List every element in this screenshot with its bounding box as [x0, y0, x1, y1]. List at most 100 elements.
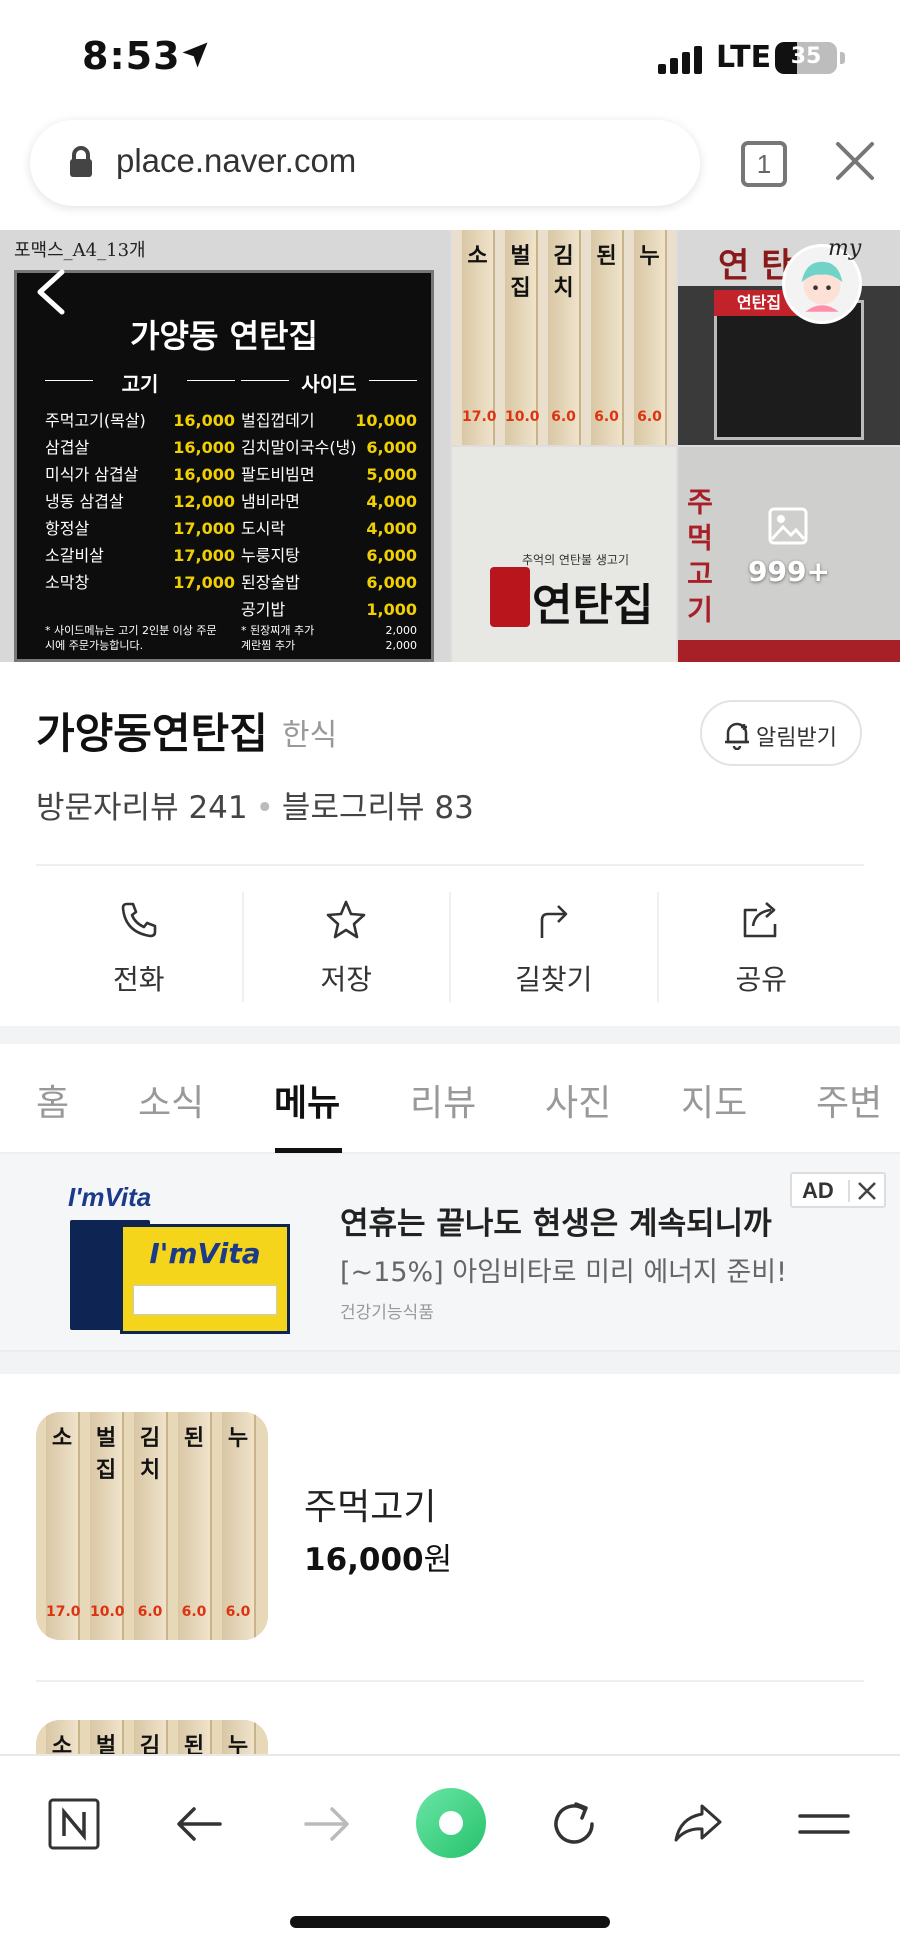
tabs-button[interactable]: 1	[741, 141, 787, 187]
menu-icon[interactable]	[794, 1794, 854, 1854]
poster-side-column: 사이드 벌집껍데기 10,000 김치말이국수(냉) 6,000 팔도비빔면 5,000 냄…	[241, 368, 417, 623]
poster-side-heading: 사이드	[241, 368, 417, 397]
wood-strip: 된 6.0	[591, 230, 624, 445]
tab-menu[interactable]: 메뉴	[274, 1074, 340, 1126]
tab-home[interactable]: 홈	[36, 1074, 69, 1126]
wood-strip-price: 6.0	[137, 1604, 163, 1620]
wood-strip: 벌집 10.0	[505, 230, 540, 445]
poster-caption: 포맥스_A4_13개	[14, 240, 146, 261]
photo-tile-more[interactable]: 주먹고기 999+	[678, 447, 900, 662]
poster-meat-list: 주먹고기(목살) 16,000 삼겹살 16,000 미식가 삼겹살 16,000 냉동 삼…	[45, 407, 235, 596]
wood-strip-text: 소	[51, 1426, 73, 1451]
forward-arrow-icon[interactable]	[296, 1794, 356, 1854]
poster-note-price: 2,000	[385, 624, 418, 637]
my-label: my	[828, 236, 862, 261]
share-button[interactable]: 공유	[659, 892, 865, 1002]
poster-menu-row: 팔도비빔면 5,000	[241, 461, 417, 488]
naver-home-icon[interactable]	[44, 1794, 104, 1854]
wood-strip-price: 17.0	[462, 409, 497, 425]
call-button[interactable]: 전화	[36, 892, 244, 1002]
poster-menu-row: 누룽지탕 6,000	[241, 542, 417, 569]
wood-strip-price: 6.0	[225, 1604, 251, 1620]
phone-icon	[121, 902, 157, 938]
wood-strip: 김치 6.0	[548, 230, 581, 445]
close-icon[interactable]	[834, 140, 876, 182]
divider	[36, 1680, 864, 1682]
wall-small-text: 추억의 연탄불 생고기	[522, 553, 629, 567]
photo-grid: 포맥스_A4_13개 가양동 연탄집 고기 주먹고기(목살) 16,000 삼겹살 1…	[0, 230, 900, 662]
ad-product-brand: I'mVita	[149, 1237, 261, 1270]
poster-item-name: 공기밥	[241, 600, 286, 619]
poster-meat-heading: 고기	[45, 368, 235, 397]
menu-item-thumbnail: 소 17.0 벌집 10.0 김치 6.0 된 6.0 누 6.0	[36, 1412, 268, 1640]
action-label: 저장	[320, 963, 373, 996]
menu-item-price-unit: 원	[423, 1542, 453, 1578]
photo-tile-wood-menu[interactable]: 소 17.0 벌집 10.0 김치 6.0 된 6.0 누 6.0	[452, 230, 676, 445]
visitor-review-count[interactable]: 방문자리뷰 241	[36, 790, 248, 826]
wood-strip-text: 소	[467, 244, 488, 269]
tab-map[interactable]: 지도	[681, 1074, 747, 1126]
battery-icon: 35	[775, 42, 837, 74]
poster-item-name: 삼겹살	[45, 438, 90, 457]
directions-button[interactable]: 길찾기	[451, 892, 659, 1002]
lock-icon	[70, 146, 92, 177]
poster-item-price: 6,000	[366, 573, 417, 592]
tab-photo[interactable]: 사진	[545, 1074, 611, 1126]
photo-menu-poster[interactable]: 포맥스_A4_13개 가양동 연탄집 고기 주먹고기(목살) 16,000 삼겹살 1…	[0, 230, 450, 662]
battery-level: 35	[790, 44, 822, 69]
poster-item-price: 10,000	[355, 411, 417, 430]
tab-news[interactable]: 소식	[138, 1074, 204, 1126]
poster-menu-row: 공기밥 1,000	[241, 596, 417, 623]
poster-menu-row: 된장술밥 6,000	[241, 569, 417, 596]
alarm-button[interactable]: 알림받기	[700, 700, 862, 766]
wood-strip-price: 17.0	[46, 1604, 81, 1620]
poster-item-price: 17,000	[173, 546, 235, 565]
reload-icon[interactable]	[544, 1794, 604, 1854]
menu-item-price-value: 16,000	[304, 1542, 424, 1578]
wood-strip-text: 김치	[553, 244, 574, 301]
poster-menu-row: 냄비라면 4,000	[241, 488, 417, 515]
wood-strip: 소 17.0	[46, 1412, 81, 1640]
gallery-icon	[768, 507, 808, 545]
menu-item-name: 주먹고기	[304, 1487, 437, 1528]
tab-nearby[interactable]: 주변	[816, 1074, 882, 1126]
close-icon[interactable]	[856, 1180, 878, 1202]
photo-tile-storefront[interactable]: 연탄집 연탄집 my	[678, 230, 900, 445]
chevron-left-icon[interactable]	[34, 268, 68, 316]
ad-banner[interactable]: I'mVita I'mVita 연휴는 끝나도 현생은 계속되니까 [~15%]…	[0, 1154, 900, 1352]
poster-item-name: 도시락	[241, 519, 286, 538]
wood-strip-price: 6.0	[594, 409, 619, 425]
menu-item[interactable]: 소 17.0 벌집 10.0 김치 6.0 된 6.0 누 6.0 주먹고기 16,000원	[36, 1412, 864, 1640]
tab-review[interactable]: 리뷰	[410, 1074, 476, 1126]
blog-review-count[interactable]: 블로그리뷰 83	[282, 790, 474, 826]
wood-strip-text: 된	[596, 244, 617, 269]
back-arrow-icon[interactable]	[170, 1794, 230, 1854]
poster-item-name: 주먹고기(목살)	[45, 411, 146, 430]
poster-item-price: 6,000	[366, 438, 417, 457]
poster-item-name: 벌집껍데기	[241, 411, 315, 430]
ad-description: [~15%] 아임비타로 미리 에너지 준비!	[340, 1257, 787, 1288]
poster-menu-row: 냉동 삼겹살 12,000	[45, 488, 235, 515]
save-button[interactable]: 저장	[244, 892, 451, 1002]
ad-tag-separator	[848, 1180, 850, 1202]
green-dot-button[interactable]	[416, 1788, 486, 1858]
url-bar[interactable]: place.naver.com	[30, 120, 700, 206]
poster-item-name: 냄비라면	[241, 492, 300, 511]
poster-note: * 사이드메뉴는 고기 2인분 이상 주문시에 주문가능합니다.	[45, 624, 217, 652]
section-gap	[0, 1026, 900, 1044]
network-type: LTE	[716, 40, 772, 75]
poster-item-price: 1,000	[366, 600, 417, 619]
share-arrow-icon[interactable]	[668, 1794, 728, 1854]
poster-menu-row: 소갈비살 17,000	[45, 542, 235, 569]
photo-tile-wall[interactable]: 추억의 연탄불 생고기 연탄집	[452, 447, 676, 662]
poster-item-name: 미식가 삼겹살	[45, 465, 139, 484]
poster-meat-column: 고기 주먹고기(목살) 16,000 삼겹살 16,000 미식가 삼겹살 16,000 냉…	[45, 368, 235, 596]
poster-side-list: 벌집껍데기 10,000 김치말이국수(냉) 6,000 팔도비빔면 5,000 냄비라면 4…	[241, 407, 417, 623]
action-label: 전화	[112, 963, 165, 996]
poster-note-row: * 된장찌개 추가 2,000	[241, 623, 417, 638]
poster-item-name: 된장술밥	[241, 573, 300, 592]
poster-note-row: 계란찜 추가 2,000	[241, 638, 417, 653]
poster-item-name: 김치말이국수(냉)	[241, 438, 357, 457]
poster-note-price: 2,000	[385, 639, 418, 652]
wood-strip-text: 누	[639, 244, 660, 269]
